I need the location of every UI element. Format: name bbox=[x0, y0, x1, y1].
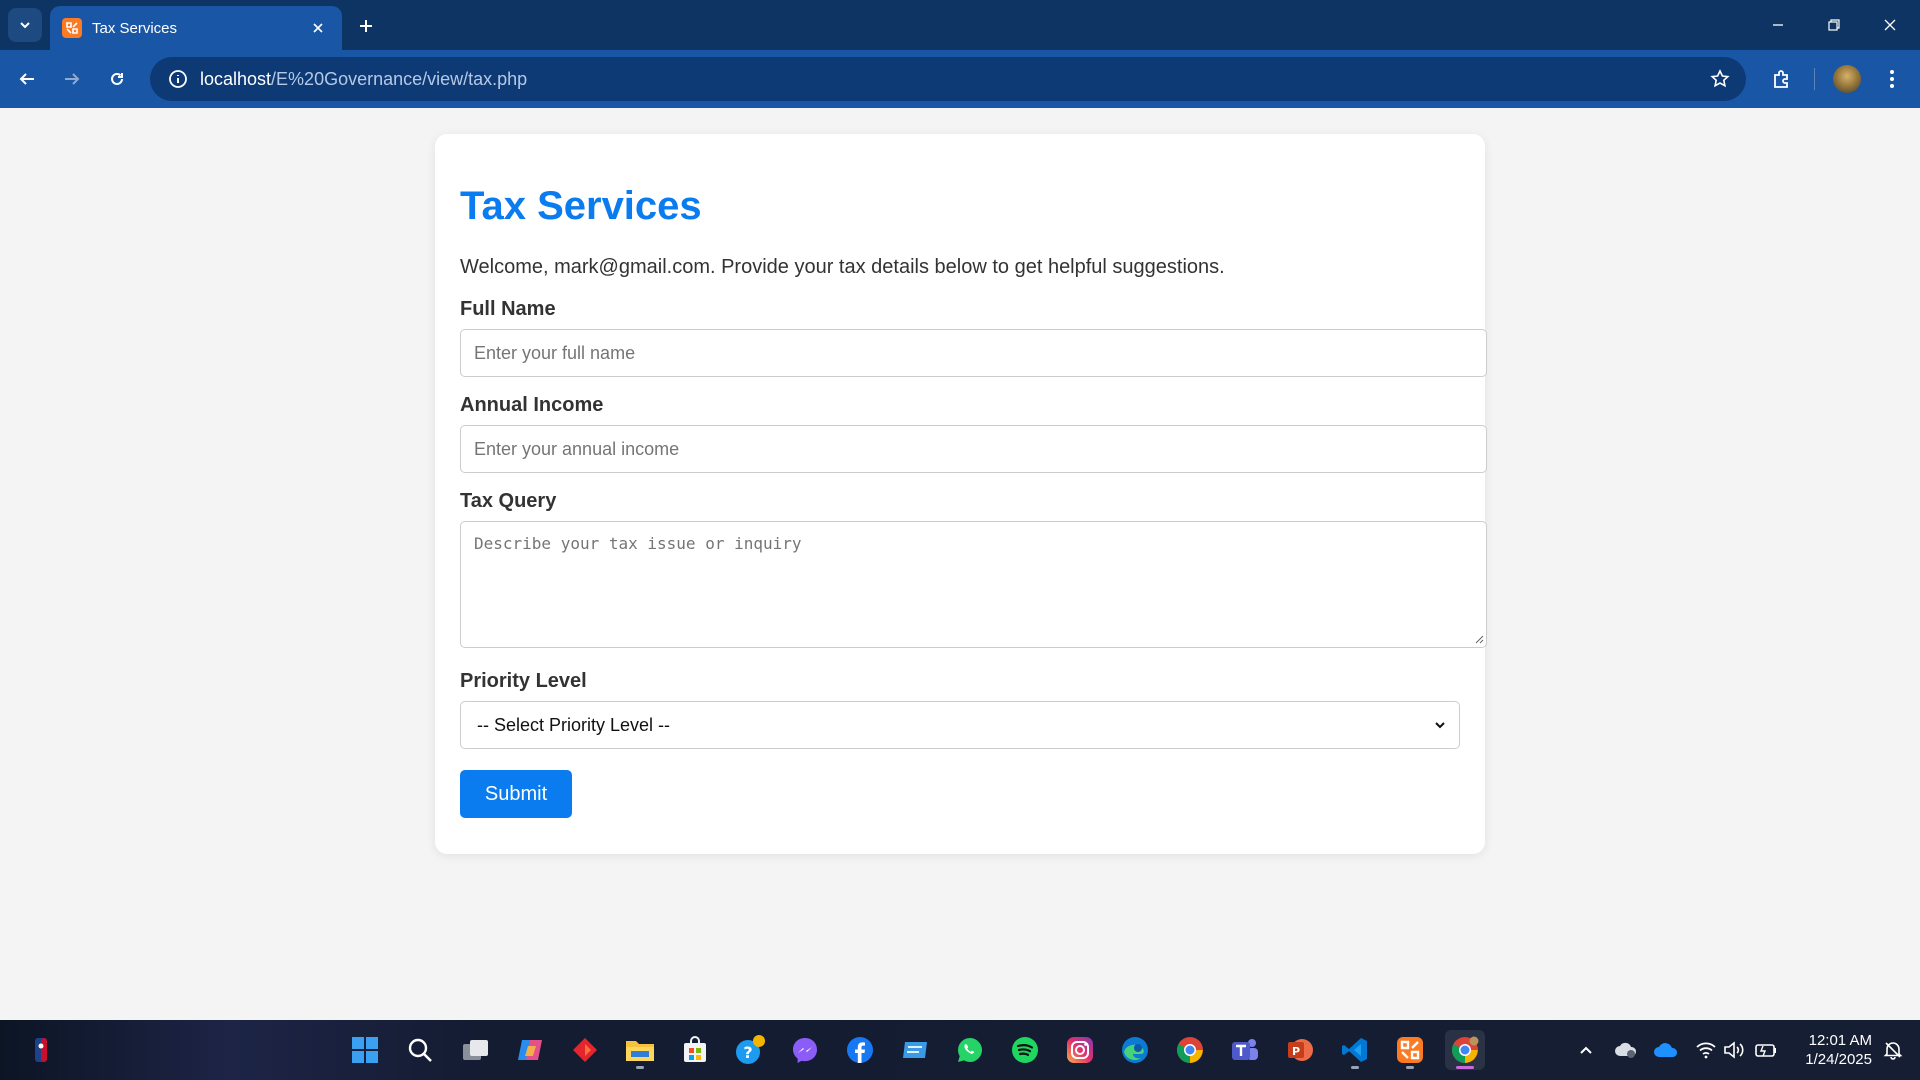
url-host: localhost bbox=[200, 68, 272, 89]
clock-date: 1/24/2025 bbox=[1805, 1051, 1872, 1068]
site-info-icon[interactable] bbox=[156, 57, 200, 101]
app-blue-icon[interactable] bbox=[895, 1030, 935, 1070]
onedrive-icon[interactable] bbox=[1652, 1036, 1680, 1064]
wifi-icon[interactable] bbox=[1692, 1036, 1720, 1064]
xampp-icon[interactable] bbox=[1390, 1030, 1430, 1070]
reload-icon bbox=[111, 72, 123, 85]
app-red-icon[interactable] bbox=[565, 1030, 605, 1070]
whatsapp-icon[interactable] bbox=[950, 1030, 990, 1070]
chevron-down-icon bbox=[1435, 722, 1445, 729]
tax-query-textarea[interactable] bbox=[460, 521, 1487, 648]
full-name-input[interactable] bbox=[460, 329, 1487, 377]
plus-icon bbox=[360, 20, 372, 32]
cloud-sync-icon[interactable] bbox=[1612, 1036, 1640, 1064]
notification-bell-icon[interactable] bbox=[1879, 1036, 1907, 1064]
close-window-button[interactable] bbox=[1862, 0, 1918, 50]
taskbar: ? P 12:01 AM 1/24/2025 bbox=[0, 1020, 1920, 1080]
teams-icon[interactable] bbox=[1225, 1030, 1265, 1070]
instagram-icon[interactable] bbox=[1060, 1030, 1100, 1070]
edge-icon[interactable] bbox=[1115, 1030, 1155, 1070]
start-icon[interactable] bbox=[345, 1030, 385, 1070]
profile-button[interactable] bbox=[1829, 61, 1865, 97]
chrome-icon[interactable] bbox=[1170, 1030, 1210, 1070]
spotify-icon[interactable] bbox=[1005, 1030, 1045, 1070]
nba-icon[interactable] bbox=[21, 1030, 61, 1070]
svg-text:?: ? bbox=[743, 1043, 752, 1062]
powerpoint-icon[interactable]: P bbox=[1280, 1030, 1320, 1070]
task-view-icon[interactable] bbox=[455, 1030, 495, 1070]
toolbar-divider bbox=[1814, 68, 1815, 90]
running-indicator bbox=[636, 1066, 644, 1069]
vscode-icon[interactable] bbox=[1335, 1030, 1375, 1070]
restore-button[interactable] bbox=[1806, 0, 1862, 50]
page-title: Tax Services bbox=[460, 184, 702, 228]
tab-strip: Tax Services bbox=[0, 0, 1920, 50]
tax-query-label: Tax Query bbox=[460, 490, 557, 512]
annual-income-label: Annual Income bbox=[460, 394, 604, 416]
full-name-label: Full Name bbox=[460, 298, 556, 320]
running-indicator bbox=[1406, 1066, 1414, 1069]
tax-form-card: Tax Services Welcome, mark@gmail.com. Pr… bbox=[435, 134, 1487, 854]
browser-menu-button[interactable] bbox=[1874, 61, 1910, 97]
search-icon[interactable] bbox=[400, 1030, 440, 1070]
forward-button[interactable] bbox=[54, 61, 90, 97]
puzzle-icon bbox=[1774, 70, 1788, 88]
annual-income-input[interactable] bbox=[460, 425, 1487, 473]
chevron-down-icon bbox=[20, 22, 30, 29]
bookmark-star-icon[interactable] bbox=[1708, 67, 1732, 91]
file-explorer-icon[interactable] bbox=[620, 1030, 660, 1070]
active-indicator bbox=[1456, 1066, 1474, 1069]
minimize-icon bbox=[1773, 24, 1783, 26]
xampp-favicon-icon bbox=[62, 18, 82, 38]
running-indicator bbox=[1351, 1066, 1359, 1069]
new-tab-button[interactable] bbox=[352, 12, 380, 40]
address-bar[interactable]: localhost/E%20Governance/view/tax.php bbox=[150, 57, 1746, 101]
chrome-profile-icon[interactable] bbox=[1445, 1030, 1485, 1070]
volume-icon[interactable] bbox=[1720, 1036, 1748, 1064]
priority-level-label: Priority Level bbox=[460, 670, 587, 692]
chevron-up-icon[interactable] bbox=[1572, 1036, 1600, 1064]
submit-button[interactable]: Submit bbox=[460, 770, 572, 818]
tab-title: Tax Services bbox=[92, 19, 178, 37]
tab-close-icon[interactable] bbox=[306, 16, 330, 40]
system-clock[interactable]: 12:01 AM 1/24/2025 bbox=[1792, 1031, 1872, 1069]
battery-icon[interactable] bbox=[1752, 1036, 1780, 1064]
store-icon[interactable] bbox=[675, 1030, 715, 1070]
extensions-button[interactable] bbox=[1764, 61, 1800, 97]
minimize-button[interactable] bbox=[1750, 0, 1806, 50]
browser-toolbar: localhost/E%20Governance/view/tax.php bbox=[0, 50, 1920, 108]
svg-text:P: P bbox=[1292, 1045, 1300, 1058]
arrow-right-icon bbox=[65, 73, 80, 85]
page-body: Tax Services Welcome, mark@gmail.com. Pr… bbox=[0, 108, 1920, 1020]
help-icon[interactable]: ? bbox=[730, 1030, 770, 1070]
back-button[interactable] bbox=[9, 61, 45, 97]
resize-handle-icon[interactable] bbox=[1474, 634, 1484, 644]
tab-search-button[interactable] bbox=[8, 8, 42, 42]
facebook-icon[interactable] bbox=[840, 1030, 880, 1070]
close-icon bbox=[1884, 19, 1896, 31]
tab-tax-services[interactable]: Tax Services bbox=[50, 6, 342, 50]
priority-selected-value: -- Select Priority Level -- bbox=[477, 714, 671, 735]
messenger-icon[interactable] bbox=[785, 1030, 825, 1070]
clock-time: 12:01 AM bbox=[1808, 1032, 1872, 1049]
restore-icon bbox=[1828, 19, 1840, 31]
priority-level-select[interactable]: -- Select Priority Level -- bbox=[460, 701, 1460, 749]
more-vertical-icon bbox=[1890, 70, 1894, 88]
welcome-message: Welcome, mark@gmail.com. Provide your ta… bbox=[460, 256, 1225, 278]
url-text: localhost/E%20Governance/view/tax.php bbox=[200, 69, 527, 90]
url-path: /E%20Governance/view/tax.php bbox=[271, 68, 528, 89]
arrow-left-icon bbox=[19, 73, 34, 85]
copilot-icon[interactable] bbox=[510, 1030, 550, 1070]
avatar bbox=[1833, 65, 1861, 93]
reload-button[interactable] bbox=[99, 61, 135, 97]
